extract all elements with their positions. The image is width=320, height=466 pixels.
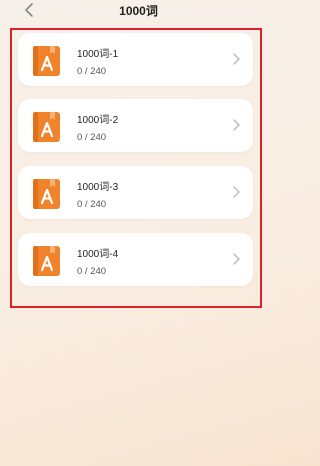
- top-bar: 1000词: [0, 0, 277, 22]
- list-name: 1000词-3: [77, 182, 119, 193]
- word-list-card[interactable]: 1000词-1 0 / 240: [18, 33, 253, 86]
- book-icon: [33, 112, 60, 142]
- chevron-right-icon: [233, 253, 240, 265]
- word-list-card[interactable]: 1000词-3 0 / 240: [18, 166, 253, 219]
- chevron-right-icon: [233, 53, 240, 65]
- list-progress: 0 / 240: [77, 199, 107, 210]
- book-icon: [33, 46, 60, 76]
- chevron-right-icon: [233, 119, 240, 131]
- book-icon: [33, 246, 60, 276]
- list-progress: 0 / 240: [77, 266, 107, 277]
- chevron-right-icon: [233, 186, 240, 198]
- word-list-card[interactable]: 1000词-2 0 / 240: [18, 99, 253, 152]
- list-progress: 0 / 240: [77, 132, 107, 143]
- page-title: 1000词: [119, 4, 158, 18]
- list-name: 1000词-1: [77, 49, 119, 60]
- list-progress: 0 / 240: [77, 66, 107, 77]
- list-name: 1000词-2: [77, 115, 119, 126]
- list-name: 1000词-4: [77, 249, 119, 260]
- book-icon: [33, 179, 60, 209]
- word-list-card[interactable]: 1000词-4 0 / 240: [18, 233, 253, 286]
